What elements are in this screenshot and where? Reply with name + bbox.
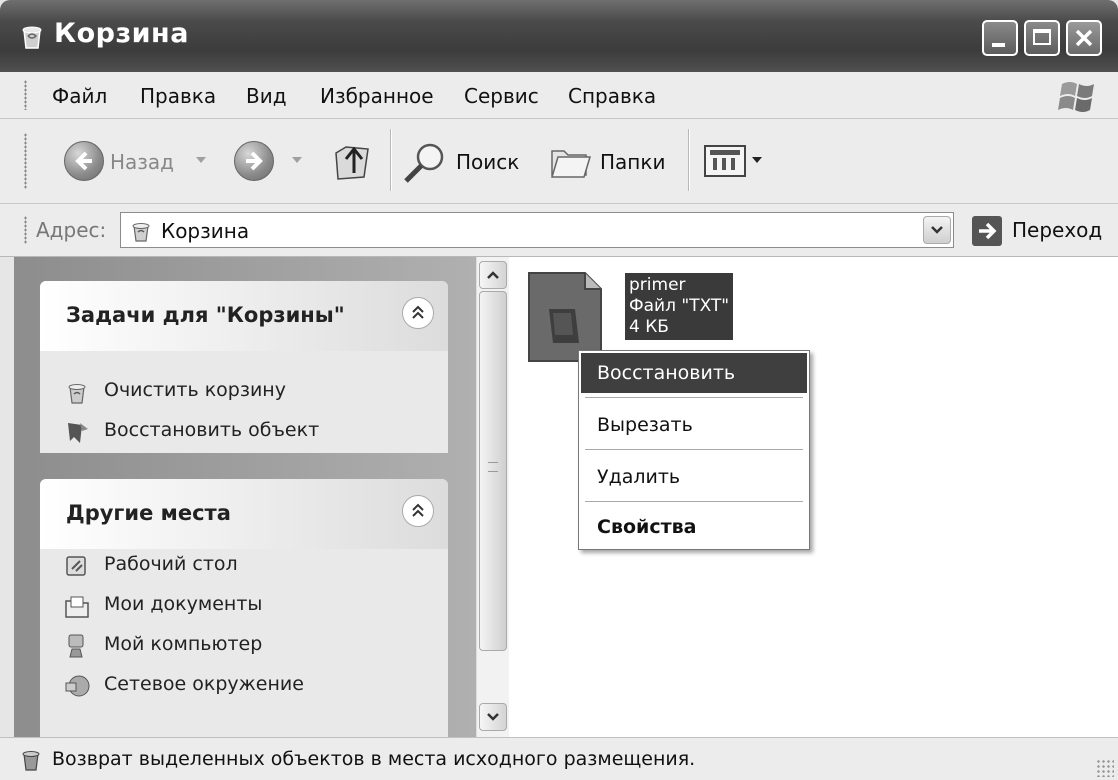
maximize-button[interactable]	[1024, 20, 1060, 56]
window-title: Корзина	[54, 18, 189, 49]
file-type: Файл "TXT"	[629, 296, 730, 316]
go-arrow-icon[interactable]	[972, 216, 1002, 246]
forward-arrow-icon	[246, 151, 263, 171]
folders-label[interactable]: Папки	[600, 150, 665, 174]
standard-toolbar: Назад Поиск Папки	[0, 119, 1118, 204]
back-label[interactable]: Назад	[110, 150, 174, 174]
menu-delete-label: Удалить	[597, 466, 681, 488]
network-icon	[65, 675, 90, 697]
menu-favorites[interactable]: Избранное	[320, 84, 434, 108]
menu-cut[interactable]: Вырезать	[581, 405, 807, 445]
other-places-header[interactable]: Другие места	[40, 479, 448, 549]
search-label[interactable]: Поиск	[456, 150, 519, 174]
menu-bar: Файл Правка Вид Избранное Сервис Справка	[0, 72, 1118, 119]
address-bar: Адрес: Корзина Переход	[0, 204, 1118, 257]
chevron-up-icon	[487, 271, 499, 279]
menu-separator	[585, 449, 803, 450]
close-icon	[1075, 29, 1093, 47]
windows-logo-icon	[1058, 82, 1094, 112]
menu-restore-label: Восстановить	[597, 362, 736, 384]
menu-view[interactable]: Вид	[246, 84, 287, 108]
menu-properties[interactable]: Свойства	[581, 507, 807, 547]
menu-separator	[585, 397, 803, 398]
desktop-icon	[66, 556, 86, 576]
task-label: Восстановить объект	[104, 419, 320, 441]
tasks-panel: Задачи для "Корзины" Очистить корзину Во…	[40, 281, 448, 453]
scroll-thumb[interactable]	[479, 291, 507, 651]
recycle-bin-icon	[132, 223, 150, 242]
menu-restore[interactable]: Восстановить	[581, 353, 807, 393]
tasks-panel-header[interactable]: Задачи для "Корзины"	[40, 281, 448, 351]
scroll-up-button[interactable]	[479, 261, 507, 289]
file-size: 4 КБ	[629, 317, 669, 337]
menu-edit[interactable]: Правка	[140, 84, 216, 108]
place-label: Сетевое окружение	[104, 673, 304, 695]
double-chevron-up-icon	[412, 305, 424, 319]
back-arrow-icon	[75, 151, 92, 171]
recycle-bin-icon	[68, 384, 86, 404]
menu-properties-label: Свойства	[597, 516, 697, 538]
resize-grip[interactable]	[1096, 759, 1114, 777]
address-dropdown-button[interactable]	[923, 216, 951, 244]
recycle-bin-icon	[22, 26, 42, 49]
forward-dropdown-icon[interactable]	[292, 157, 302, 163]
addressbar-grip[interactable]	[24, 216, 27, 244]
address-field[interactable]: Корзина	[120, 212, 954, 248]
recycle-bin-icon	[22, 751, 40, 771]
toolbar-separator	[688, 129, 690, 191]
menubar-grip[interactable]	[24, 80, 27, 110]
my-computer-icon	[68, 634, 84, 658]
views-button[interactable]	[704, 145, 746, 177]
forward-button[interactable]	[234, 141, 274, 181]
search-icon[interactable]	[402, 141, 448, 185]
status-text: Возврат выделенных объектов в места исхо…	[52, 748, 696, 770]
close-button[interactable]	[1066, 20, 1102, 56]
back-button[interactable]	[64, 141, 104, 181]
place-label: Рабочий стол	[104, 553, 238, 575]
task-label: Очистить корзину	[104, 379, 286, 401]
views-grid-icon	[710, 150, 740, 170]
chevron-down-icon	[487, 713, 499, 721]
address-value: Корзина	[161, 219, 250, 243]
menu-cut-label: Вырезать	[597, 414, 693, 436]
go-button[interactable]: Переход	[1012, 218, 1102, 242]
tasks-collapse-button[interactable]	[402, 297, 434, 329]
scroll-down-button[interactable]	[479, 703, 507, 731]
status-bar: Возврат выделенных объектов в места исхо…	[0, 737, 1118, 780]
address-label: Адрес:	[36, 218, 107, 242]
menu-tools[interactable]: Сервис	[464, 84, 539, 108]
minimize-button[interactable]	[982, 20, 1018, 56]
places-collapse-button[interactable]	[402, 495, 434, 527]
other-places-title: Другие места	[66, 501, 231, 525]
task-pane-scrollbar[interactable]	[476, 257, 509, 737]
title-bar[interactable]: Корзина	[0, 0, 1118, 72]
back-dropdown-icon[interactable]	[196, 157, 206, 163]
toolbar-grip[interactable]	[24, 133, 27, 189]
file-label: primer Файл "TXT" 4 КБ	[625, 273, 734, 340]
tasks-panel-title: Задачи для "Корзины"	[66, 303, 345, 327]
explorer-window: Корзина Файл Правка Вид Избранное Сервис…	[0, 0, 1118, 780]
double-chevron-up-icon	[412, 503, 424, 517]
folders-icon[interactable]	[548, 141, 594, 181]
restore-icon	[68, 423, 88, 443]
place-label: Мой компьютер	[104, 633, 263, 655]
file-name: primer	[629, 275, 686, 295]
menu-file[interactable]: Файл	[52, 84, 107, 108]
up-folder-icon[interactable]	[330, 137, 374, 183]
menu-help[interactable]: Справка	[568, 84, 656, 108]
views-dropdown-icon[interactable]	[752, 157, 762, 163]
menu-separator	[585, 501, 803, 502]
toolbar-separator	[390, 129, 392, 191]
other-places-panel: Другие места Рабочий стол Мои документы …	[40, 479, 448, 737]
chevron-down-icon	[931, 226, 943, 234]
go-arrow-glyph	[979, 222, 997, 240]
task-pane: Задачи для "Корзины" Очистить корзину Во…	[14, 257, 476, 737]
menu-delete[interactable]: Удалить	[581, 457, 807, 497]
my-documents-icon	[65, 596, 89, 618]
place-label: Мои документы	[104, 593, 263, 615]
context-menu: Восстановить Вырезать Удалить Свойства	[578, 350, 810, 550]
